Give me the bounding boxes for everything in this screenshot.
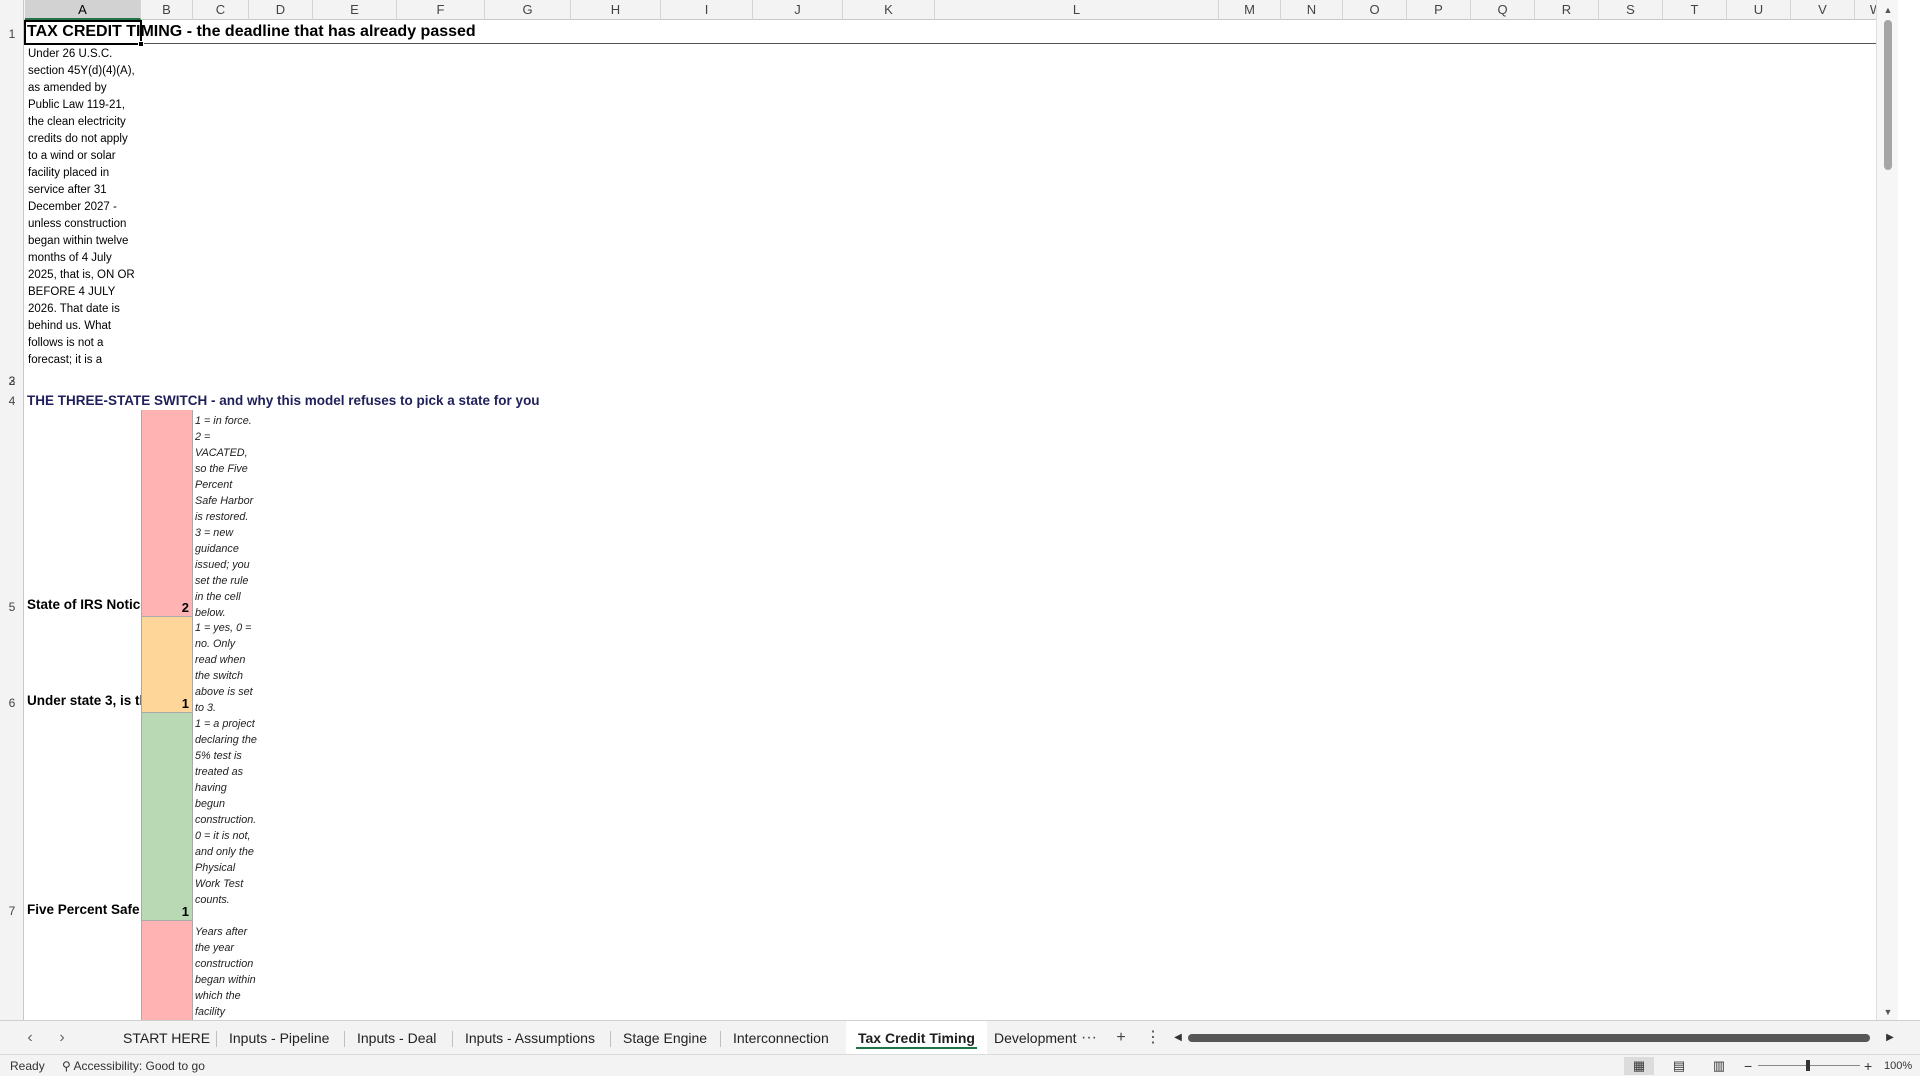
column-header-b[interactable]: B [141,0,193,20]
column-header-f[interactable]: F [397,0,485,20]
column-header-j[interactable]: J [753,0,843,20]
switch-label-five-percent-state3[interactable]: Under state 3, is the 5% [27,691,141,711]
accessibility-status: Accessibility: Good to go [73,1059,205,1073]
active-cell-selection [24,20,142,45]
tab-inputs-assumptions[interactable]: Inputs - Assumptions [453,1021,607,1055]
switch-note-five-percent-state3[interactable]: 1 = yes, 0 = no. Only read when the swit… [193,617,259,713]
column-header-e[interactable]: E [313,0,397,20]
column-header-t[interactable]: T [1663,0,1727,20]
switch-input-irs-notice[interactable]: 2 [141,410,193,617]
switch-note-years-after[interactable]: Years after the year construction began … [193,921,259,1020]
column-header-p[interactable]: P [1407,0,1471,20]
zoom-level[interactable]: 100% [1884,1055,1912,1076]
row-header-bar: 1 2 3 4 5 6 7 [0,20,24,1020]
column-header-m[interactable]: M [1219,0,1281,20]
more-sheets-icon[interactable]: ··· [1076,1021,1102,1055]
tab-inputs-deal[interactable]: Inputs - Deal [345,1021,448,1055]
next-sheet-icon[interactable]: › [48,1021,76,1055]
scroll-up-icon[interactable]: ▲ [1877,2,1898,18]
row-header-5[interactable]: 5 [0,410,24,616]
column-header-k[interactable]: K [843,0,935,20]
row-header-1[interactable]: 1 [0,20,24,43]
row-header-2[interactable]: 2 [0,43,24,390]
zoom-in-icon[interactable]: + [1864,1055,1872,1076]
row-header-3[interactable]: 3 [0,370,24,390]
tab-start-here[interactable]: START HERE [111,1021,222,1055]
page-break-view-icon[interactable]: ▥ [1704,1057,1734,1075]
column-header-r[interactable]: R [1535,0,1599,20]
scroll-down-icon[interactable]: ▼ [1877,1004,1898,1020]
normal-view-icon[interactable]: ▦ [1624,1057,1654,1075]
column-header-n[interactable]: N [1281,0,1343,20]
spreadsheet-grid[interactable]: A B C D E F G H I J K L M N O P Q R S T … [0,0,1898,1020]
status-ready: Ready [10,1059,45,1073]
column-header-g[interactable]: G [485,0,571,20]
horizontal-scroll-thumb[interactable] [1188,1034,1870,1042]
prev-sheet-icon[interactable]: ‹ [16,1021,44,1055]
vertical-scroll-thumb[interactable] [1884,20,1892,170]
scroll-right-icon[interactable]: ▶ [1882,1021,1898,1055]
zoom-slider-knob[interactable] [1806,1060,1810,1071]
column-header-q[interactable]: Q [1471,0,1535,20]
column-header-h[interactable]: H [571,0,661,20]
column-header-s[interactable]: S [1599,0,1663,20]
switch-input-five-percent-state3[interactable]: 1 [141,617,193,713]
vertical-scrollbar[interactable]: ▲ ▼ [1876,0,1898,1020]
tab-stage-engine[interactable]: Stage Engine [611,1021,719,1055]
row-header-6[interactable]: 6 [0,616,24,712]
switch-label-irs-notice[interactable]: State of IRS Notice 2025 [27,595,141,615]
column-header-d[interactable]: D [249,0,313,20]
accessibility-checker[interactable]: ⚲ Accessibility: Good to go [62,1055,205,1076]
tab-tax-credit-timing[interactable]: Tax Credit Timing [846,1021,987,1055]
switch-note-irs-notice[interactable]: 1 = in force. 2 = VACATED, so the Five P… [193,410,259,617]
column-header-u[interactable]: U [1727,0,1791,20]
section-heading[interactable]: THE THREE-STATE SWITCH - and why this mo… [27,391,540,411]
column-header-bar: A B C D E F G H I J K L M N O P Q R S T … [0,0,1898,20]
intro-text[interactable]: Under 26 U.S.C. section 45Y(d)(4)(A), as… [25,45,141,371]
switch-input-years-after[interactable] [141,921,193,1020]
column-header-o[interactable]: O [1343,0,1407,20]
sheet-tab-bar: ‹ › START HERE Inputs - Pipeline Inputs … [0,1020,1920,1055]
sheet-options-icon[interactable]: ⋮ [1140,1021,1166,1055]
column-header-v[interactable]: V [1791,0,1855,20]
horizontal-scrollbar[interactable] [1182,1033,1894,1043]
switch-input-safe-harbor[interactable]: 1 [141,713,193,921]
row-1-underline [25,43,1898,44]
cell-grid[interactable]: TAX CREDIT TIMING - the deadline that ha… [24,20,1898,1020]
switch-note-safe-harbor[interactable]: 1 = a project declaring the 5% test is t… [193,713,259,921]
column-header-c[interactable]: C [193,0,249,20]
add-sheet-icon[interactable]: + [1108,1021,1134,1055]
column-header-i[interactable]: I [661,0,753,20]
tab-development[interactable]: Development [982,1021,1078,1055]
zoom-out-icon[interactable]: − [1744,1055,1752,1076]
row-header-7[interactable]: 7 [0,712,24,920]
column-header-l[interactable]: L [935,0,1219,20]
accessibility-icon: ⚲ [62,1059,71,1073]
tab-inputs-pipeline[interactable]: Inputs - Pipeline [217,1021,341,1055]
select-all-corner[interactable] [0,0,24,20]
row-header-4[interactable]: 4 [0,390,24,410]
switch-label-safe-harbor[interactable]: Five Percent Safe Harbo [27,900,141,920]
column-header-a[interactable]: A [25,0,141,20]
status-bar: Ready ⚲ Accessibility: Good to go ▦ ▤ ▥ … [0,1054,1920,1076]
tab-interconnection[interactable]: Interconnection [721,1021,841,1055]
page-layout-view-icon[interactable]: ▤ [1664,1057,1694,1075]
